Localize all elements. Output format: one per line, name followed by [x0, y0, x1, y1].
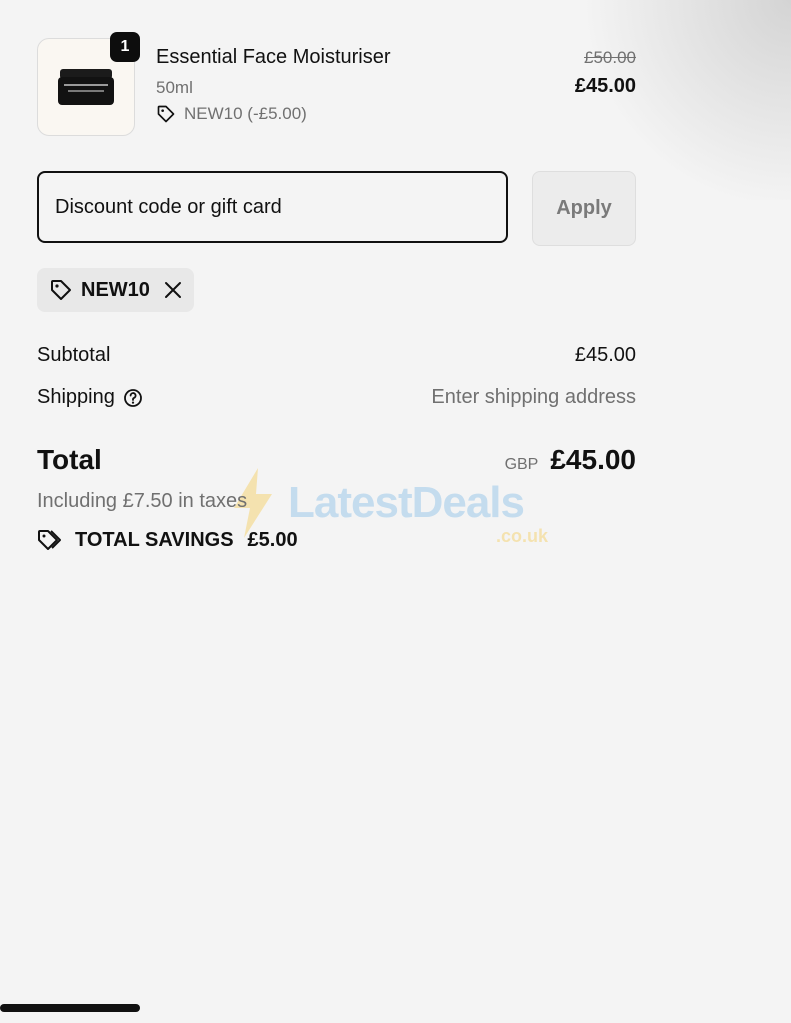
savings-value: £5.00	[247, 528, 298, 551]
home-indicator	[0, 1004, 140, 1012]
applied-code-label: NEW10	[81, 278, 150, 301]
subtotal-row: Subtotal £45.00	[37, 344, 636, 367]
applied-code-chip: NEW10	[37, 268, 194, 312]
watermark-suffix: .co.uk	[496, 526, 549, 546]
quantity-badge: 1	[110, 32, 140, 62]
line-discount: NEW10 (-£5.00)	[156, 104, 307, 124]
apply-button[interactable]: Apply	[532, 171, 636, 246]
savings-label: TOTAL SAVINGS	[75, 528, 234, 551]
close-icon	[164, 282, 181, 298]
watermark-brand: LatestDeals	[288, 478, 525, 527]
currency-code: GBP	[504, 456, 539, 473]
total-amount-group: GBP £45.00	[505, 444, 636, 476]
original-price: £50.00	[584, 48, 636, 67]
final-price: £45.00	[574, 75, 636, 97]
shipping-row: Shipping Enter shipping address	[37, 386, 636, 409]
product-variant: 50ml	[156, 78, 193, 97]
moisturiser-jar-icon	[58, 69, 114, 105]
shipping-value: Enter shipping address	[431, 386, 636, 408]
help-icon[interactable]	[123, 388, 143, 408]
subtotal-value: £45.00	[574, 344, 636, 366]
total-value: £45.00	[550, 444, 636, 475]
tag-icon	[51, 280, 71, 300]
total-row: Total GBP £45.00	[37, 444, 636, 476]
cart-line-item: 1 Essential Face Moisturiser 50ml NEW10 …	[37, 32, 637, 138]
tag-icon	[157, 105, 175, 123]
total-label: Total	[37, 444, 102, 475]
total-savings: TOTAL SAVINGS £5.00	[37, 527, 298, 553]
line-discount-label: NEW10 (-£5.00)	[184, 104, 307, 123]
shipping-label: Shipping	[37, 386, 115, 408]
savings-tag-icon	[38, 530, 61, 550]
tax-note: Including £7.50 in taxes	[37, 490, 248, 512]
subtotal-label: Subtotal	[37, 344, 111, 366]
discount-code-input[interactable]	[37, 171, 508, 243]
remove-code-button[interactable]	[164, 281, 182, 299]
product-name: Essential Face Moisturiser	[156, 46, 391, 68]
shipping-label-group: Shipping	[37, 386, 143, 409]
